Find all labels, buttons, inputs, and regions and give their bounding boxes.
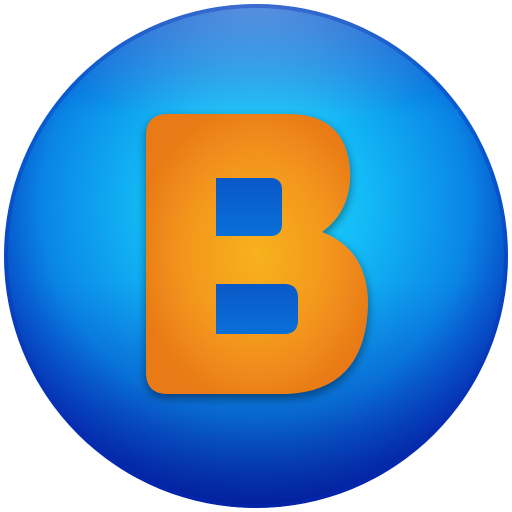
b-orb-icon bbox=[4, 0, 508, 508]
letter-b-hole-top bbox=[216, 178, 282, 236]
letter-b-shape bbox=[146, 114, 368, 394]
app-icon bbox=[0, 0, 512, 512]
letter-b-hole-bottom bbox=[216, 284, 298, 334]
letter-b-glyph bbox=[146, 114, 368, 394]
